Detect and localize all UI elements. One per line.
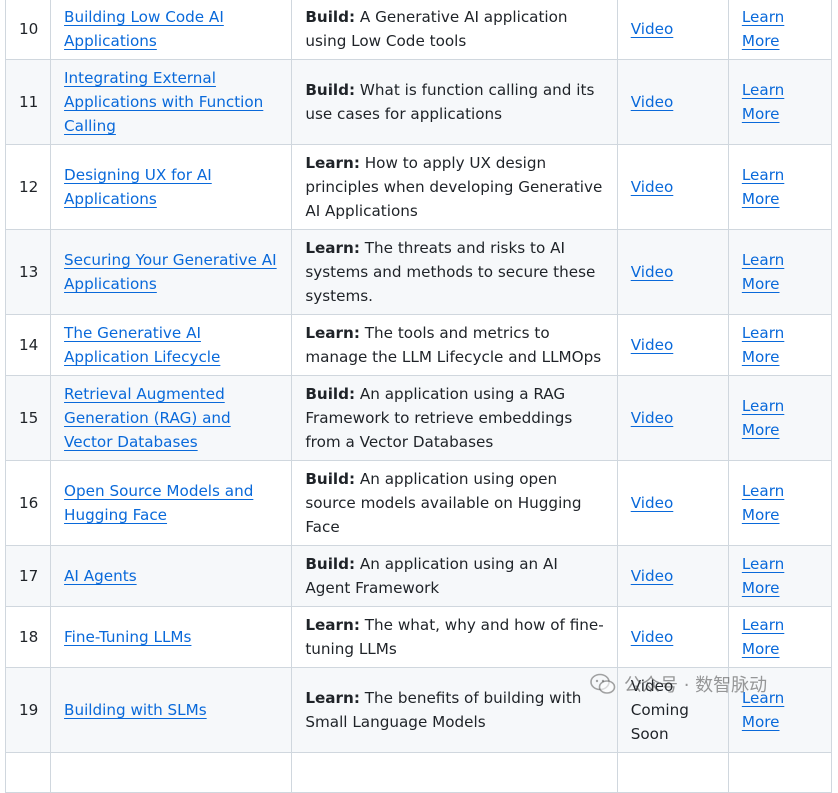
lesson-tag: Learn: xyxy=(305,689,360,707)
lesson-description: Build: A Generative AI application using… xyxy=(291,0,618,60)
lesson-link[interactable]: Integrating External Applications with F… xyxy=(64,69,263,135)
video-link[interactable]: Video xyxy=(631,336,674,354)
lesson-link[interactable]: Building Low Code AI Applications xyxy=(64,8,224,50)
video-link[interactable]: Video xyxy=(631,93,674,111)
table-row: 12 Designing UX for AI Applications Lear… xyxy=(4,144,833,230)
lesson-number: 13 xyxy=(4,229,52,315)
table-row: 16 Open Source Models and Hugging Face B… xyxy=(4,460,833,546)
lesson-tag: Build: xyxy=(305,385,356,403)
lesson-description: Build: An application using open source … xyxy=(291,460,618,546)
lesson-description: Build: An application using a RAG Framew… xyxy=(291,375,618,461)
lesson-number: 19 xyxy=(4,667,52,753)
video-coming-soon: Video Coming Soon xyxy=(616,667,729,753)
lesson-number: 17 xyxy=(4,545,52,607)
lesson-link[interactable]: AI Agents xyxy=(64,567,137,585)
learn-more-link[interactable]: Learn More xyxy=(742,689,784,731)
lesson-link[interactable]: Fine-Tuning LLMs xyxy=(64,628,191,646)
lesson-number: 15 xyxy=(4,375,52,461)
lesson-tag: Learn: xyxy=(305,154,360,172)
lesson-number: 10 xyxy=(4,0,52,60)
lesson-link[interactable]: Building with SLMs xyxy=(64,701,207,719)
learn-more-link[interactable]: Learn More xyxy=(742,397,784,439)
learn-more-link[interactable]: Learn More xyxy=(742,324,784,366)
learn-more-link[interactable]: Learn More xyxy=(742,251,784,293)
lesson-tag: Build: xyxy=(305,555,356,573)
learn-more-link[interactable]: Learn More xyxy=(742,81,784,123)
lesson-link[interactable]: Retrieval Augmented Generation (RAG) and… xyxy=(64,385,231,451)
lesson-tag: Learn: xyxy=(305,616,360,634)
lesson-description: Learn: How to apply UX design principles… xyxy=(291,144,618,230)
video-link[interactable]: Video xyxy=(631,409,674,427)
video-link[interactable]: Video xyxy=(631,494,674,512)
lesson-link[interactable]: Open Source Models and Hugging Face xyxy=(64,482,253,524)
lesson-number: 12 xyxy=(4,144,52,230)
learn-more-link[interactable]: Learn More xyxy=(742,616,784,658)
lesson-number: 11 xyxy=(4,59,52,145)
lesson-description: Build: What is function calling and its … xyxy=(291,59,618,145)
video-link[interactable]: Video xyxy=(631,263,674,281)
lesson-link[interactable]: The Generative AI Application Lifecycle xyxy=(64,324,220,366)
table-row: 11 Integrating External Applications wit… xyxy=(4,59,833,145)
table-row: 13 Securing Your Generative AI Applicati… xyxy=(4,229,833,315)
video-link[interactable]: Video xyxy=(631,178,674,196)
lesson-description: Learn: The tools and metrics to manage t… xyxy=(291,314,618,376)
lesson-tag: Learn: xyxy=(305,324,360,342)
lesson-tag: Build: xyxy=(305,8,356,26)
lesson-description: Build: An application using an AI Agent … xyxy=(291,545,618,607)
lesson-tag: Build: xyxy=(305,470,356,488)
lesson-number: 18 xyxy=(4,606,52,668)
learn-more-link[interactable]: Learn More xyxy=(742,555,784,597)
lesson-link[interactable]: Designing UX for AI Applications xyxy=(64,166,212,208)
lesson-description: Learn: The threats and risks to AI syste… xyxy=(291,229,618,315)
lesson-description: Learn: The what, why and how of fine-tun… xyxy=(291,606,618,668)
table-row: 14 The Generative AI Application Lifecyc… xyxy=(4,314,833,376)
table-row: 18 Fine-Tuning LLMs Learn: The what, why… xyxy=(4,606,833,668)
video-link[interactable]: Video xyxy=(631,567,674,585)
learn-more-link[interactable]: Learn More xyxy=(742,8,784,50)
learn-more-link[interactable]: Learn More xyxy=(742,482,784,524)
table-row: 19 Building with SLMs Learn: The benefit… xyxy=(4,667,833,753)
learn-more-link[interactable]: Learn More xyxy=(742,166,784,208)
table-row: 10 Building Low Code AI Applications Bui… xyxy=(4,0,833,60)
video-link[interactable]: Video xyxy=(631,20,674,38)
video-link[interactable]: Video xyxy=(631,628,674,646)
lesson-number: 16 xyxy=(4,460,52,546)
table-row xyxy=(4,752,833,793)
lesson-tag: Build: xyxy=(305,81,356,99)
lesson-tag: Learn: xyxy=(305,239,360,257)
lessons-table: 10 Building Low Code AI Applications Bui… xyxy=(4,0,833,793)
lesson-link[interactable]: Securing Your Generative AI Applications xyxy=(64,251,277,293)
table-row: 17 AI Agents Build: An application using… xyxy=(4,545,833,607)
lesson-description: Learn: The benefits of building with Sma… xyxy=(291,667,618,753)
table-row: 15 Retrieval Augmented Generation (RAG) … xyxy=(4,375,833,461)
lesson-number: 14 xyxy=(4,314,52,376)
